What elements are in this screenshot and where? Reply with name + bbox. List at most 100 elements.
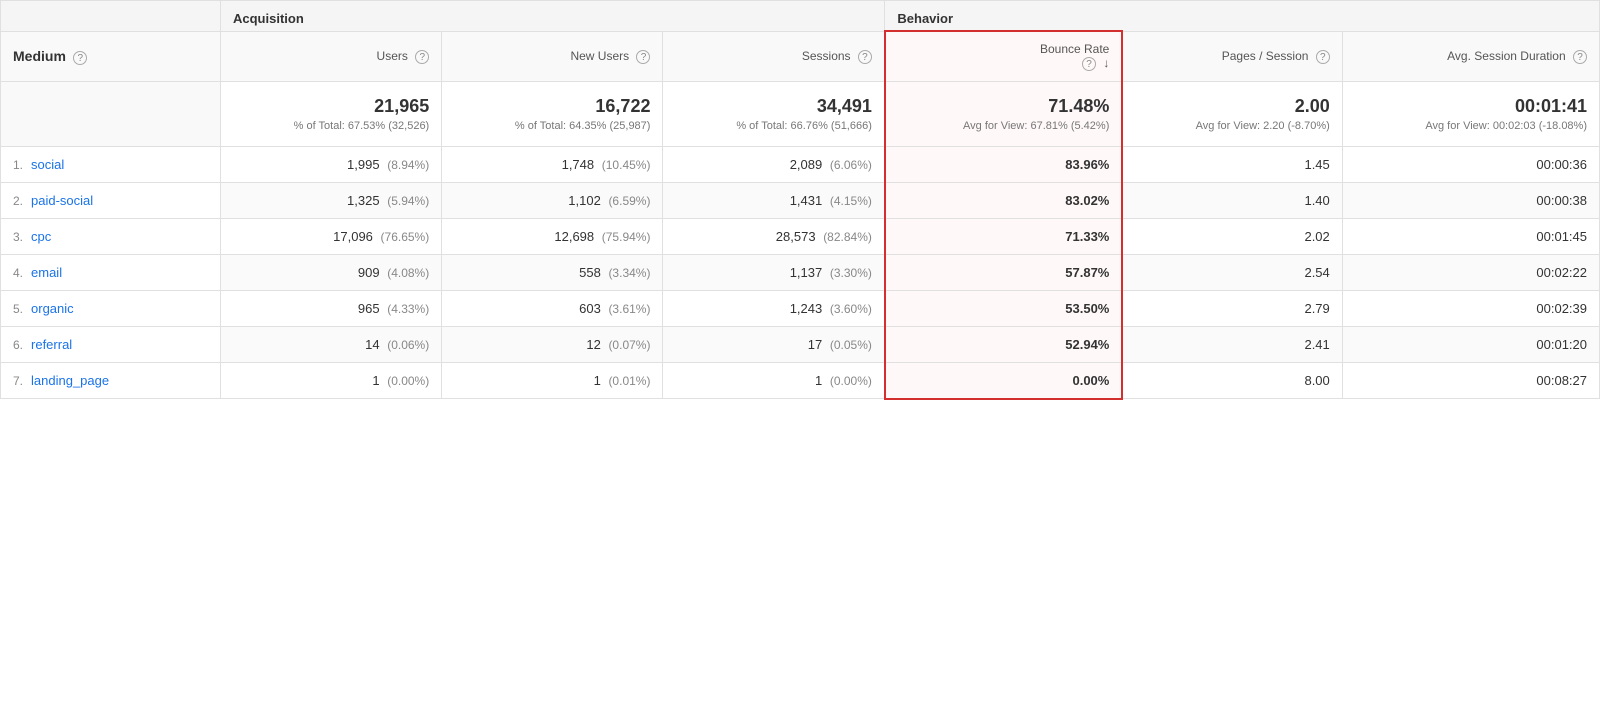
pages-session-cell: 1.40 xyxy=(1122,182,1342,218)
pages-session-col-header: Pages / Session ? xyxy=(1122,31,1342,81)
bounce-rate-help-icon[interactable]: ? xyxy=(1082,57,1096,71)
new-users-cell: 12 (0.07%) xyxy=(442,326,663,362)
new-users-cell: 1 (0.01%) xyxy=(442,362,663,399)
bounce-rate-col-header[interactable]: Bounce Rate ? ↓ xyxy=(885,31,1122,81)
bounce-rate-value: 71.33% xyxy=(1065,229,1109,244)
users-value: 965 xyxy=(358,301,380,316)
table-row: 1. social 1,995 (8.94%) 1,748 (10.45%)2,089… xyxy=(1,146,1600,182)
sessions-cell: 28,573 (82.84%) xyxy=(663,218,885,254)
users-cell: 14 (0.06%) xyxy=(221,326,442,362)
medium-link[interactable]: landing_page xyxy=(31,373,109,388)
new-users-pct: (3.34%) xyxy=(608,266,650,280)
bounce-rate-cell: 71.33% xyxy=(885,218,1122,254)
avg-session-cell: 00:00:36 xyxy=(1342,146,1599,182)
bounce-rate-cell: 83.02% xyxy=(885,182,1122,218)
new-users-cell: 603 (3.61%) xyxy=(442,290,663,326)
new-users-pct: (6.59%) xyxy=(608,194,650,208)
new-users-cell: 558 (3.34%) xyxy=(442,254,663,290)
bounce-rate-cell: 52.94% xyxy=(885,326,1122,362)
sessions-cell: 1,431 (4.15%) xyxy=(663,182,885,218)
pages-session-cell: 2.79 xyxy=(1122,290,1342,326)
totals-medium-cell xyxy=(1,81,221,146)
sessions-cell: 2,089 (6.06%) xyxy=(663,146,885,182)
sessions-cell: 17 (0.05%) xyxy=(663,326,885,362)
avg-session-help-icon[interactable]: ? xyxy=(1573,50,1587,64)
table-row: 7.landing_page1 (0.00%)1 (0.01%)1 (0.00%… xyxy=(1,362,1600,399)
sessions-pct: (6.06%) xyxy=(830,158,872,172)
bounce-rate-cell: 83.96% xyxy=(885,146,1122,182)
avg-session-col-header: Avg. Session Duration ? xyxy=(1342,31,1599,81)
sessions-value: 1,431 xyxy=(790,193,823,208)
table-row: 3.cpc17,096 (76.65%)12,698 (75.94%)28,57… xyxy=(1,218,1600,254)
sessions-value: 1,137 xyxy=(790,265,823,280)
sessions-value: 1 xyxy=(815,373,822,388)
users-pct: (5.94%) xyxy=(387,194,429,208)
medium-link[interactable]: referral xyxy=(31,337,72,352)
sessions-col-header: Sessions ? xyxy=(663,31,885,81)
totals-avg-session: 00:01:41 Avg for View: 00:02:03 (-18.08%… xyxy=(1342,81,1599,146)
users-pct: (0.06%) xyxy=(387,338,429,352)
column-header-row: Medium ? Users ? New Users ? Sessions ? … xyxy=(1,31,1600,81)
row-number: 2. xyxy=(13,194,23,208)
new-users-pct: (0.07%) xyxy=(608,338,650,352)
medium-help-icon[interactable]: ? xyxy=(73,51,87,65)
totals-row: 21,965 % of Total: 67.53% (32,526) 16,72… xyxy=(1,81,1600,146)
pages-session-help-icon[interactable]: ? xyxy=(1316,50,1330,64)
pages-session-cell: 8.00 xyxy=(1122,362,1342,399)
medium-cell: 3. cpc xyxy=(1,218,221,254)
new-users-cell: 1,748 (10.45%) xyxy=(442,146,663,182)
new-users-pct: (0.01%) xyxy=(608,374,650,388)
row-number: 6. xyxy=(13,338,23,352)
users-value: 1,325 xyxy=(347,193,380,208)
medium-col-header: Medium ? xyxy=(1,31,221,81)
avg-session-cell: 00:01:20 xyxy=(1342,326,1599,362)
users-cell: 909 (4.08%) xyxy=(221,254,442,290)
row-number: 1. xyxy=(13,158,23,172)
new-users-help-icon[interactable]: ? xyxy=(636,50,650,64)
pages-session-cell: 2.41 xyxy=(1122,326,1342,362)
medium-link[interactable]: organic xyxy=(31,301,74,316)
bounce-rate-value: 53.50% xyxy=(1065,301,1109,316)
users-pct: (76.65%) xyxy=(381,230,430,244)
bounce-rate-value: 57.87% xyxy=(1065,265,1109,280)
users-value: 1,995 xyxy=(347,157,380,172)
bounce-rate-value: 83.02% xyxy=(1065,193,1109,208)
users-cell: 1,325 (5.94%) xyxy=(221,182,442,218)
users-pct: (8.94%) xyxy=(387,158,429,172)
new-users-value: 558 xyxy=(579,265,601,280)
medium-link[interactable]: email xyxy=(31,265,62,280)
table-row: 4.email909 (4.08%)558 (3.34%)1,137 (3.30… xyxy=(1,254,1600,290)
users-pct: (0.00%) xyxy=(387,374,429,388)
totals-bounce-rate: 71.48% Avg for View: 67.81% (5.42%) xyxy=(885,81,1122,146)
bounce-rate-value: 0.00% xyxy=(1072,373,1109,388)
medium-link[interactable]: cpc xyxy=(31,229,51,244)
sessions-pct: (3.60%) xyxy=(830,302,872,316)
totals-pages-session: 2.00 Avg for View: 2.20 (-8.70%) xyxy=(1122,81,1342,146)
medium-link[interactable]: paid-social xyxy=(31,193,93,208)
new-users-value: 1,102 xyxy=(568,193,601,208)
table-row: 6. referral 14 (0.06%)12 (0.07%)17 (0.05%)… xyxy=(1,326,1600,362)
sessions-value: 1,243 xyxy=(790,301,823,316)
users-value: 17,096 xyxy=(333,229,373,244)
sessions-pct: (3.30%) xyxy=(830,266,872,280)
sessions-pct: (0.00%) xyxy=(830,374,872,388)
medium-section-header xyxy=(1,1,221,32)
users-help-icon[interactable]: ? xyxy=(415,50,429,64)
pages-session-cell: 1.45 xyxy=(1122,146,1342,182)
new-users-value: 1,748 xyxy=(562,157,595,172)
table-row: 5.organic965 (4.33%)603 (3.61%) 1,243 (3.… xyxy=(1,290,1600,326)
row-number: 3. xyxy=(13,230,23,244)
medium-link[interactable]: social xyxy=(31,157,64,172)
medium-cell: 5.organic xyxy=(1,290,221,326)
medium-cell: 4.email xyxy=(1,254,221,290)
sessions-pct: (0.05%) xyxy=(830,338,872,352)
bounce-rate-value: 83.96% xyxy=(1065,157,1109,172)
totals-users: 21,965 % of Total: 67.53% (32,526) xyxy=(221,81,442,146)
totals-new-users: 16,722 % of Total: 64.35% (25,987) xyxy=(442,81,663,146)
medium-cell: 2. paid-social xyxy=(1,182,221,218)
sessions-help-icon[interactable]: ? xyxy=(858,50,872,64)
new-users-cell: 12,698 (75.94%) xyxy=(442,218,663,254)
sessions-value: 28,573 xyxy=(776,229,816,244)
users-cell: 965 (4.33%) xyxy=(221,290,442,326)
bounce-rate-cell: 57.87% xyxy=(885,254,1122,290)
